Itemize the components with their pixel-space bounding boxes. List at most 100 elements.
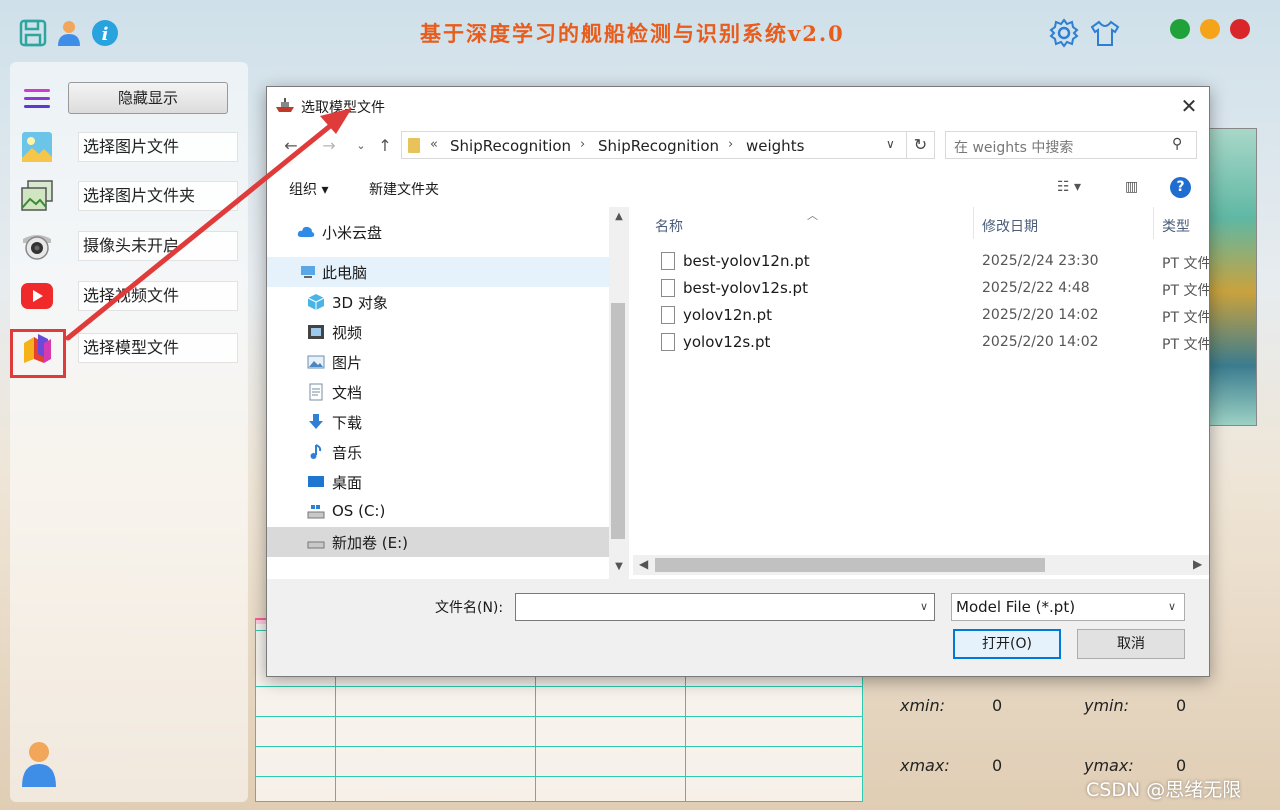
breadcrumb-item[interactable]: ShipRecognition [598, 137, 719, 155]
file-row[interactable]: best-yolov12s.pt 2025/2/22 4:48 PT 文件 [633, 276, 1209, 303]
image-icon [22, 132, 52, 162]
scroll-up-icon[interactable]: ▲ [611, 211, 627, 222]
menu-icon[interactable] [22, 84, 52, 114]
refresh-icon[interactable]: ↻ [907, 131, 935, 159]
ymin-label: ymin: [1084, 696, 1130, 715]
file-date: 2025/2/22 4:48 [982, 280, 1090, 296]
search-input[interactable]: 在 weights 中搜索 ⚲ [945, 131, 1197, 159]
nav-item-label: 图片 [332, 354, 363, 372]
info-icon[interactable]: i [90, 18, 120, 48]
nav-item-cloud[interactable]: 小米云盘 [267, 217, 609, 247]
sidebar-item-image-file[interactable]: 选择图片文件 [20, 130, 238, 164]
file-icon [661, 279, 675, 297]
folder-images-icon [21, 180, 53, 211]
download-icon [309, 414, 323, 429]
recent-locations-icon[interactable]: ⌄ [349, 135, 373, 157]
view-options-icon[interactable]: ☷ ▾ [1057, 179, 1081, 195]
file-date: 2025/2/24 23:30 [982, 253, 1099, 269]
settings-icon[interactable] [1049, 18, 1079, 48]
cancel-button[interactable]: 取消 [1077, 629, 1185, 659]
detection-image-preview [1205, 128, 1257, 426]
xmin-value: 0 [992, 696, 1003, 715]
sidebar-item-image-folder[interactable]: 选择图片文件夹 [20, 179, 238, 213]
nav-item-pictures[interactable]: 图片 [267, 347, 609, 377]
nav-item-this-pc[interactable]: 此电脑 [267, 257, 609, 287]
forward-icon[interactable]: → [317, 135, 341, 157]
chevron-down-icon[interactable]: ∨ [886, 137, 895, 151]
help-icon[interactable]: ? [1170, 177, 1191, 198]
user-icon[interactable] [54, 18, 84, 48]
app-title: 基于深度学习的舰船检测与识别系统v2.0 [420, 21, 845, 46]
nav-item-label: 桌面 [332, 474, 363, 492]
computer-icon [301, 266, 315, 278]
file-list-hscrollbar[interactable]: ◀ ▶ [633, 555, 1209, 575]
toggle-display-button[interactable]: 隐藏显示 [68, 82, 228, 114]
file-type: PT 文件 [1162, 337, 1209, 353]
filename-input[interactable]: ∨ [515, 593, 935, 621]
breadcrumb-item[interactable]: ShipRecognition [450, 137, 571, 155]
open-button[interactable]: 打开(O) [953, 629, 1061, 659]
nav-item-downloads[interactable]: 下载 [267, 407, 609, 437]
nav-item-desktop[interactable]: 桌面 [267, 467, 609, 497]
up-icon[interactable]: ↑ [373, 135, 397, 157]
organize-button[interactable]: 组织 ▾ [289, 179, 328, 199]
avatar[interactable] [20, 740, 58, 788]
drive-c-icon [307, 505, 325, 519]
breadcrumb-separator: › [580, 137, 586, 152]
nav-item-3d-objects[interactable]: 3D 对象 [267, 287, 609, 317]
search-placeholder: 在 weights 中搜索 [954, 140, 1074, 156]
preview-pane-icon[interactable]: ▥ [1125, 179, 1138, 195]
file-name: yolov12s.pt [683, 333, 771, 351]
close-button[interactable] [1230, 19, 1250, 39]
ymax-value: 0 [1176, 756, 1187, 775]
breadcrumb-overflow[interactable]: « [430, 137, 438, 152]
nav-item-music[interactable]: 音乐 [267, 437, 609, 467]
sidebar: 隐藏显示 选择图片文件 选择图片文件夹 摄像头未开启 选择视频文件 选择模型文件 [10, 62, 248, 802]
file-row[interactable]: yolov12s.pt 2025/2/20 14:02 PT 文件 [633, 330, 1209, 357]
scroll-down-icon[interactable]: ▼ [611, 561, 627, 572]
nav-item-label: 小米云盘 [322, 224, 383, 242]
sidebar-item-video-file[interactable]: 选择视频文件 [20, 279, 238, 313]
nav-item-videos[interactable]: 视频 [267, 317, 609, 347]
scroll-left-icon[interactable]: ◀ [639, 557, 648, 571]
minimize-button[interactable] [1200, 19, 1220, 39]
file-date: 2025/2/20 14:02 [982, 334, 1099, 350]
navigation-scrollbar[interactable]: ▲ ▼ [609, 207, 629, 579]
sidebar-item-label: 选择图片文件 [78, 132, 238, 162]
nav-item-documents[interactable]: 文档 [267, 377, 609, 407]
watermark: CSDN @思绪无限 [1086, 779, 1242, 801]
file-name: yolov12n.pt [683, 306, 773, 324]
sidebar-item-label: 选择图片文件夹 [78, 181, 238, 211]
file-row[interactable]: best-yolov12n.pt 2025/2/24 23:30 PT 文件 [633, 249, 1209, 276]
pictures-icon [307, 355, 325, 369]
sidebar-item-camera[interactable]: 摄像头未开启 [20, 229, 238, 263]
drive-e-icon [307, 541, 325, 549]
address-bar[interactable]: « ShipRecognition › ShipRecognition › we… [401, 131, 907, 159]
breadcrumb-item[interactable]: weights [746, 137, 804, 155]
maximize-button[interactable] [1170, 19, 1190, 39]
scroll-right-icon[interactable]: ▶ [1193, 557, 1202, 571]
column-name[interactable]: 名称 [655, 216, 683, 236]
dialog-close-button[interactable]: ✕ [1171, 93, 1207, 121]
nav-item-drive-e[interactable]: 新加卷 (E:) [267, 527, 609, 557]
new-folder-button[interactable]: 新建文件夹 [369, 179, 439, 199]
file-row[interactable]: yolov12n.pt 2025/2/20 14:02 PT 文件 [633, 303, 1209, 330]
chevron-down-icon[interactable]: ∨ [1168, 600, 1176, 613]
search-icon: ⚲ [1172, 136, 1183, 152]
save-icon[interactable] [18, 18, 48, 48]
scrollbar-thumb[interactable] [611, 303, 625, 539]
file-type-filter[interactable]: Model File (*.pt) ∨ [951, 593, 1185, 621]
xmax-value: 0 [992, 756, 1003, 775]
skin-icon[interactable] [1090, 18, 1120, 48]
column-type[interactable]: 类型 [1162, 216, 1190, 236]
dialog-title: 选取模型文件 [301, 100, 385, 116]
nav-item-label: 文档 [332, 384, 363, 402]
back-icon[interactable]: ← [279, 135, 303, 157]
xmin-label: xmin: [900, 696, 946, 715]
scrollbar-thumb[interactable] [655, 558, 1045, 572]
ship-icon [276, 98, 294, 112]
chevron-down-icon[interactable]: ∨ [920, 600, 928, 613]
column-date[interactable]: 修改日期 [982, 216, 1038, 236]
dialog-title-bar[interactable]: 选取模型文件 ✕ [267, 87, 1209, 125]
nav-item-drive-c[interactable]: OS (C:) [267, 497, 609, 527]
